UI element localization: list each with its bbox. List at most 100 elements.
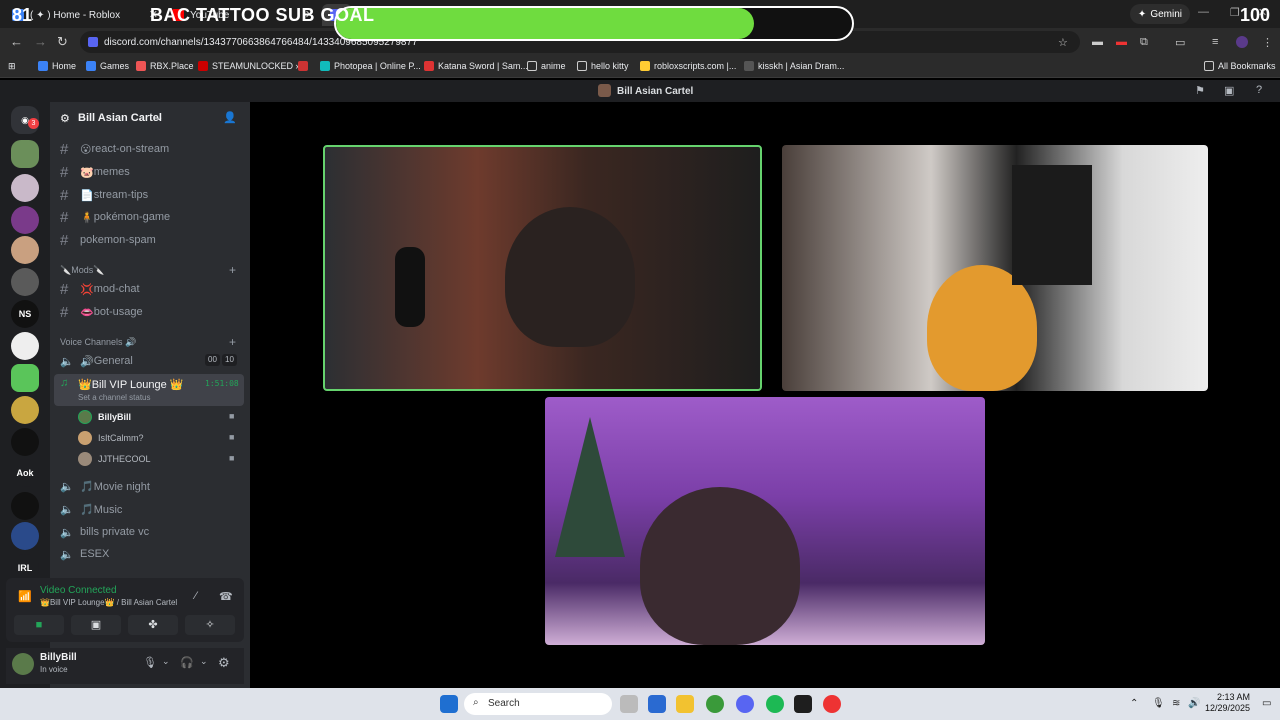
- headphones-icon[interactable]: 🎧: [180, 656, 194, 669]
- bookmark-kisskh[interactable]: kisskh | Asian Dram...: [744, 61, 844, 71]
- channel-mod-chat[interactable]: # 💢 mod-chat: [56, 279, 244, 299]
- puzzle-icon[interactable]: ⧉: [1140, 36, 1148, 49]
- server-icon[interactable]: [11, 332, 39, 360]
- profile-avatar[interactable]: [1236, 36, 1248, 48]
- chevron-down-icon[interactable]: ⌄: [155, 112, 163, 123]
- back-icon[interactable]: ←: [10, 34, 23, 49]
- category-voice-channels[interactable]: Voice Channels 🔊: [60, 337, 136, 348]
- channel-react-on-stream[interactable]: # 😮 react-on-stream: [56, 139, 244, 159]
- menu-icon[interactable]: ⋮: [1262, 36, 1273, 49]
- app-icon[interactable]: [794, 695, 812, 713]
- bookmark-star-icon[interactable]: ☆: [1058, 36, 1068, 49]
- server-ns[interactable]: NS: [11, 300, 39, 328]
- bookmark-katana[interactable]: Katana Sword | Sam...: [424, 61, 528, 71]
- screen-share-button[interactable]: ▣: [71, 615, 121, 635]
- soundboard-button[interactable]: ✧: [185, 615, 235, 635]
- add-channel-icon[interactable]: +: [229, 335, 236, 349]
- disconnect-icon[interactable]: ☎: [219, 590, 233, 603]
- bookmark-rbxplace[interactable]: RBX.Place: [136, 61, 194, 71]
- server-name[interactable]: Bill Asian Cartel: [78, 112, 162, 124]
- volume-icon[interactable]: 🔊: [1188, 698, 1200, 709]
- server-icon[interactable]: [11, 174, 39, 202]
- server-icon[interactable]: [11, 396, 39, 424]
- signal-icon[interactable]: 📶: [18, 590, 32, 603]
- video-tile-speaking[interactable]: [323, 145, 762, 391]
- voice-channel-esex[interactable]: 🔈 ESEX: [56, 544, 244, 564]
- opera-icon[interactable]: [823, 695, 841, 713]
- category-mods[interactable]: 🔪Mods🔪: [60, 265, 104, 276]
- sparkle-icon: ✦: [1137, 8, 1147, 20]
- server-icon[interactable]: [11, 522, 39, 550]
- media-icon[interactable]: ≡: [1212, 36, 1218, 48]
- microphone-icon[interactable]: 🎙: [143, 656, 157, 669]
- file-explorer-icon[interactable]: [676, 695, 694, 713]
- channel-pokemon-spam[interactable]: # pokemon-spam: [56, 230, 244, 250]
- wifi-icon[interactable]: ≋: [1172, 698, 1180, 709]
- reload-icon[interactable]: ↻: [57, 34, 68, 50]
- channel-stream-tips[interactable]: # 📄 stream-tips: [56, 185, 244, 205]
- spotify-icon[interactable]: [766, 695, 784, 713]
- server-aok[interactable]: Aok: [11, 459, 39, 487]
- app-icon[interactable]: [620, 695, 638, 713]
- activities-button[interactable]: ✤: [128, 615, 178, 635]
- server-icon[interactable]: [11, 492, 39, 520]
- voice-channel-path[interactable]: 👑Bill VIP Lounge👑 / Bill Asian Cartel: [40, 598, 177, 607]
- voice-user[interactable]: IsItCalmm?: [78, 429, 144, 447]
- bookmark-anime[interactable]: anime: [527, 61, 566, 71]
- all-bookmarks[interactable]: All Bookmarks: [1204, 61, 1276, 71]
- voice-channel-music[interactable]: 🔈 🎵Music: [56, 499, 244, 519]
- server-icon[interactable]: [11, 428, 39, 456]
- bookmark-home[interactable]: Home: [38, 61, 76, 71]
- add-channel-icon[interactable]: +: [229, 263, 236, 277]
- camera-button[interactable]: ■: [14, 615, 64, 635]
- chevron-up-icon[interactable]: ⌃: [1130, 698, 1138, 709]
- help-icon[interactable]: ?: [1256, 84, 1262, 96]
- discord-icon[interactable]: [736, 695, 754, 713]
- chevron-down-icon[interactable]: ⌄: [200, 656, 208, 667]
- forward-icon[interactable]: →: [34, 34, 47, 49]
- bookmark-robloxscripts[interactable]: robloxscripts.com |...: [640, 61, 736, 71]
- notification-icon[interactable]: ▭: [1262, 698, 1271, 709]
- inbox-icon[interactable]: ▣: [1224, 84, 1234, 97]
- server-icon[interactable]: [11, 268, 39, 296]
- bookmark-steamunlocked[interactable]: STEAMUNLOCKED »...: [198, 61, 308, 71]
- bookmark-games[interactable]: Games: [86, 61, 129, 71]
- settings-gear-icon[interactable]: ⚙: [218, 655, 230, 671]
- voice-channel-movie-night[interactable]: 🔈 🎵Movie night: [56, 476, 244, 496]
- channel-bot-usage[interactable]: # 👄 bot-usage: [56, 302, 244, 322]
- noise-suppression-icon[interactable]: ⁄: [195, 590, 197, 602]
- extension-icon[interactable]: ▬: [1116, 36, 1127, 48]
- bookmark-extra[interactable]: [298, 61, 308, 71]
- voice-user[interactable]: BillyBill: [78, 408, 131, 426]
- avatar[interactable]: [12, 653, 34, 675]
- flag-icon[interactable]: ⚑: [1195, 84, 1205, 97]
- apps-icon[interactable]: ⊞: [8, 61, 16, 72]
- minimize-icon[interactable]: —: [1198, 6, 1209, 18]
- bookmark-photopea[interactable]: Photopea | Online P...: [320, 61, 421, 71]
- video-tile[interactable]: [782, 145, 1208, 391]
- channel-memes[interactable]: # 🐷 memes: [56, 162, 244, 182]
- extension-icon[interactable]: ▬: [1092, 36, 1103, 48]
- channel-pokemon-game[interactable]: # 🧍 pokémon-game: [56, 207, 244, 227]
- chevron-down-icon[interactable]: ⌄: [162, 656, 170, 667]
- taskbar-clock[interactable]: 2:13 AM 12/29/2025: [1205, 692, 1250, 714]
- start-icon[interactable]: [440, 695, 458, 713]
- voice-user[interactable]: JJTHECOOL: [78, 450, 151, 468]
- server-icon[interactable]: [11, 206, 39, 234]
- app-icon[interactable]: [648, 695, 666, 713]
- server-icon[interactable]: [11, 236, 39, 264]
- chrome-icon[interactable]: [706, 695, 724, 713]
- taskbar-search[interactable]: Search: [464, 693, 612, 715]
- microphone-icon[interactable]: 🎙: [1152, 698, 1165, 709]
- server-icon[interactable]: [11, 364, 39, 392]
- video-tile[interactable]: [545, 397, 985, 645]
- server-icon[interactable]: [11, 140, 39, 168]
- channel-status-prompt[interactable]: Set a channel status: [78, 393, 151, 402]
- voice-channel-bills-private-vc[interactable]: 🔈 bills private vc: [56, 522, 244, 542]
- gemini-button[interactable]: ✦ Gemini: [1129, 4, 1190, 24]
- bookmark-hello-kitty[interactable]: hello kitty: [577, 61, 629, 71]
- username[interactable]: BillyBill: [40, 652, 77, 663]
- maximize-icon[interactable]: ❐: [1230, 6, 1240, 19]
- cast-icon[interactable]: ▭: [1175, 36, 1185, 49]
- invite-icon[interactable]: 👤: [223, 111, 237, 124]
